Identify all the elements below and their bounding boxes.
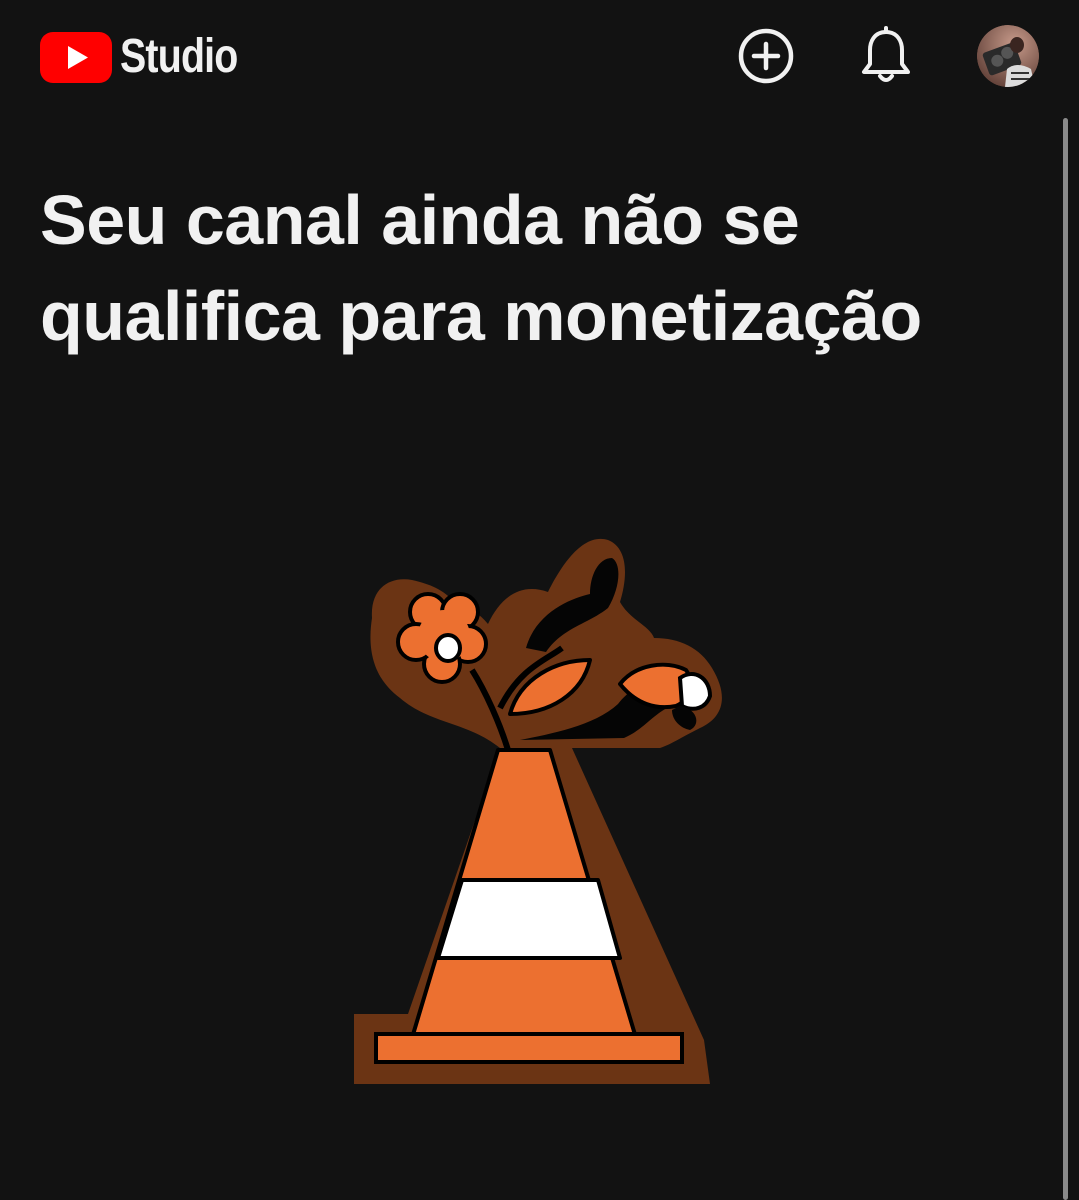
traffic-cone-illustration <box>354 538 722 1084</box>
cone-base <box>374 1032 684 1064</box>
flower-center <box>434 633 462 663</box>
cone-stripe <box>436 878 622 960</box>
youtube-play-icon <box>40 31 112 83</box>
create-button[interactable] <box>736 26 796 86</box>
youtube-studio-logo[interactable]: Studio <box>40 28 263 86</box>
account-avatar[interactable] <box>977 25 1039 87</box>
page-title: Seu canal ainda não se qualifica para mo… <box>40 181 922 355</box>
top-app-bar: Studio <box>0 0 1079 110</box>
notifications-button[interactable] <box>856 26 916 86</box>
avatar-image <box>977 25 1039 87</box>
monetization-page: Studio Seu canal ainda não se qualifica … <box>0 0 1079 1200</box>
bell-icon <box>862 26 910 82</box>
scrollbar[interactable] <box>1063 118 1068 1200</box>
add-circle-icon <box>738 28 794 84</box>
logo-text: Studio <box>120 30 238 83</box>
